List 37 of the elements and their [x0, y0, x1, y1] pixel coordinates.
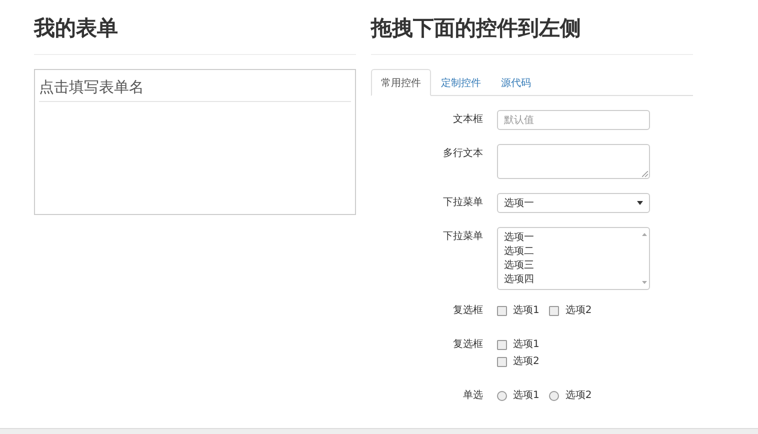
field-label: 下拉菜单 — [442, 230, 484, 244]
radio-label: 选项1 — [513, 389, 540, 403]
checkbox-label: 选项1 — [513, 304, 540, 318]
scrollbar[interactable] — [640, 231, 649, 286]
checkbox[interactable] — [549, 306, 560, 316]
caret-icon — [637, 201, 643, 205]
list-option[interactable]: 选项一 — [504, 231, 640, 245]
tab[interactable]: 定制控件 — [431, 69, 491, 96]
checkbox-label: 选项2 — [565, 304, 592, 318]
field-label: 多行文本 — [442, 146, 484, 161]
field-label: 下拉菜单 — [442, 196, 484, 210]
radio-button[interactable] — [497, 391, 507, 401]
checkbox[interactable] — [497, 306, 507, 316]
scroll-up-icon[interactable] — [642, 233, 647, 236]
field-label: 复选框 — [452, 304, 484, 318]
list-option[interactable]: 选项四 — [504, 273, 640, 287]
text-field[interactable]: 默认值 — [497, 110, 650, 130]
checkbox-label: 选项2 — [513, 355, 540, 369]
dropdown[interactable]: 选项一 — [497, 193, 650, 213]
list-option[interactable]: 选项二 — [504, 245, 640, 259]
palette-title: 拖拽下面的控件到左侧 — [371, 15, 582, 42]
form-title: 我的表单 — [34, 15, 119, 42]
field-label: 文本框 — [452, 112, 484, 127]
field-label: 复选框 — [452, 338, 484, 352]
radio-button[interactable] — [549, 391, 560, 401]
tab[interactable]: 源代码 — [491, 69, 541, 96]
radio-label: 选项2 — [565, 389, 592, 403]
textarea-field[interactable] — [497, 144, 650, 179]
field-label: 单选 — [462, 389, 484, 403]
resize-grip-icon — [642, 171, 648, 177]
checkbox-label: 选项1 — [513, 338, 540, 352]
checkbox[interactable] — [497, 340, 507, 350]
scroll-down-icon[interactable] — [642, 281, 647, 284]
tab[interactable]: 常用控件 — [371, 69, 431, 96]
list-box[interactable]: 选项一 选项二 选项三 选项四 — [497, 227, 650, 290]
checkbox[interactable] — [497, 357, 507, 367]
list-option[interactable]: 选项三 — [504, 259, 640, 273]
